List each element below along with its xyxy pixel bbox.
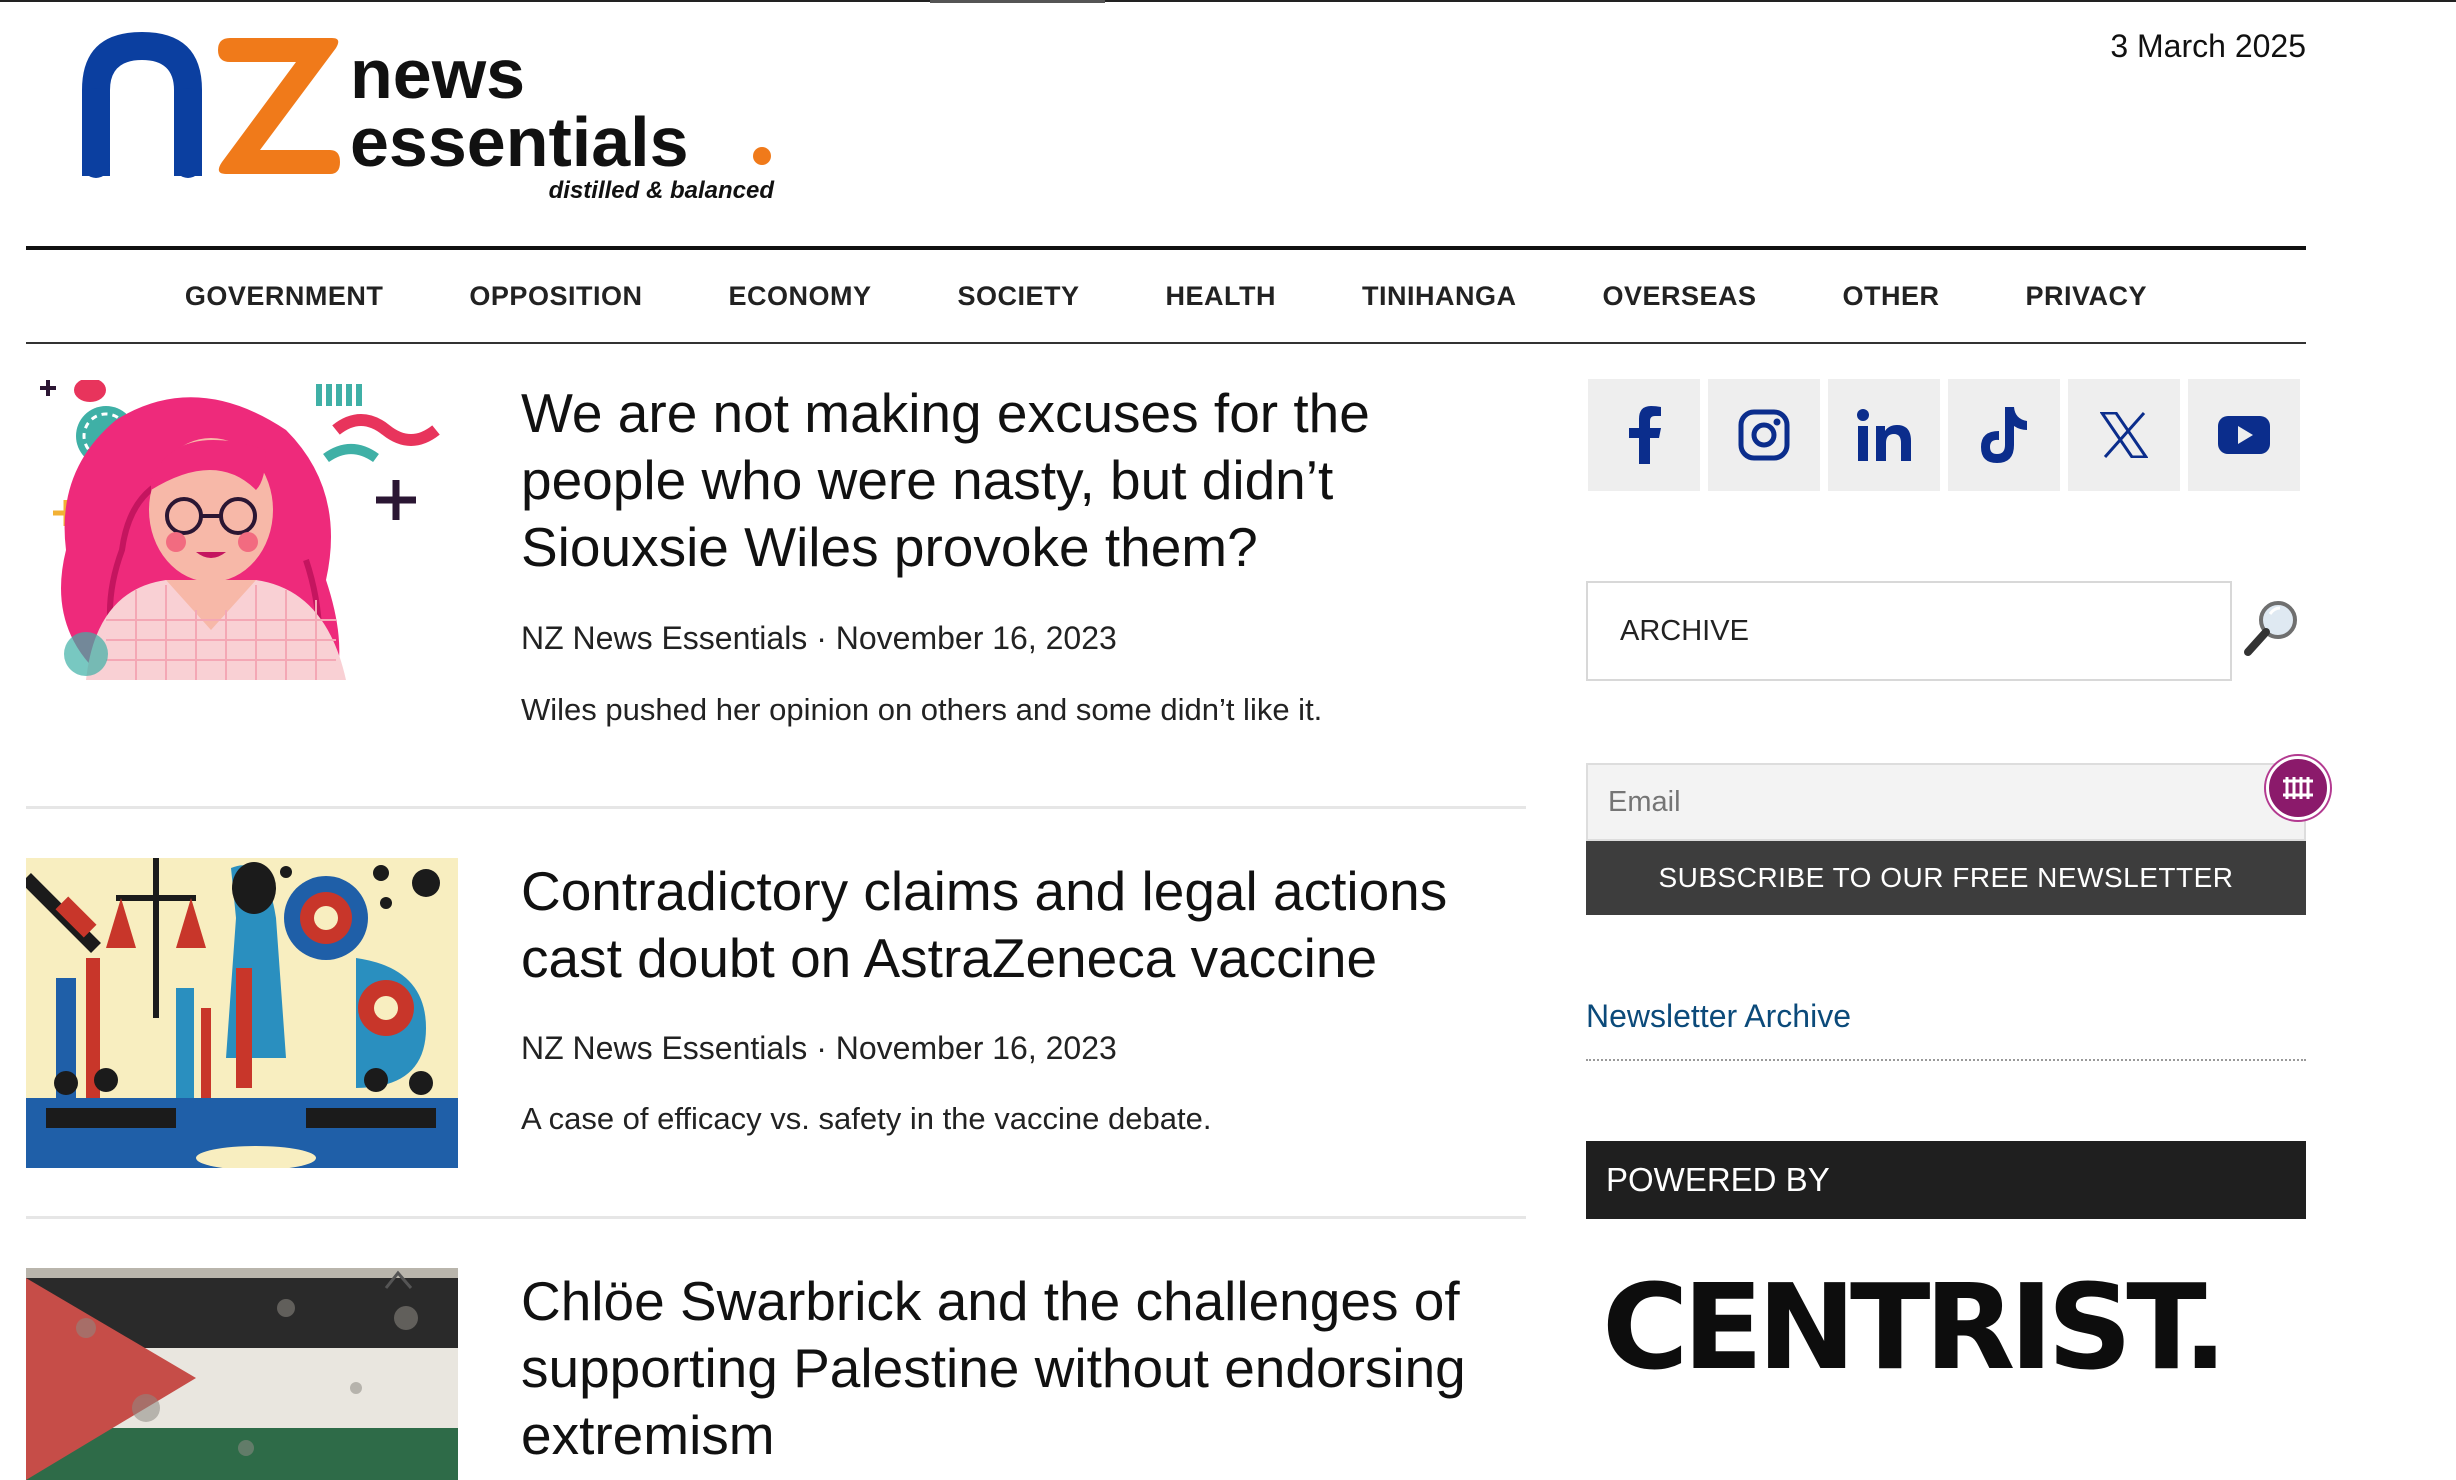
instagram-button[interactable] — [1708, 379, 1820, 491]
nav-item-government[interactable]: GOVERNMENT — [142, 281, 427, 312]
instagram-icon — [1738, 409, 1790, 461]
article-card: Contradictory claims and legal actions c… — [26, 858, 1526, 1188]
article-title[interactable]: Chlöe Swarbrick and the challenges of su… — [521, 1268, 1501, 1469]
tiktok-icon — [1981, 407, 2027, 463]
social-links — [1588, 379, 2300, 491]
article-meta: NZ News Essentials · November 16, 2023 — [521, 620, 1117, 657]
nav-item-opposition[interactable]: OPPOSITION — [426, 281, 685, 312]
article-title-line: Chlöe Swarbrick and the challenges of — [521, 1270, 1460, 1332]
article-divider — [26, 1216, 1526, 1219]
article-title-line: We are not making excuses for the — [521, 382, 1370, 444]
article-author[interactable]: NZ News Essentials — [521, 620, 807, 656]
article-title-line: Siouxsie Wiles provoke them? — [521, 516, 1258, 578]
article-excerpt: Wiles pushed her opinion on others and s… — [521, 692, 1323, 727]
article-title-line: Contradictory claims and legal actions — [521, 860, 1448, 922]
article-title-line: supporting Palestine without endorsing — [521, 1337, 1466, 1399]
email-field[interactable] — [1586, 763, 2306, 841]
powered-by-header: POWERED BY — [1586, 1141, 2306, 1219]
youtube-button[interactable] — [2188, 379, 2300, 491]
nav-item-economy[interactable]: ECONOMY — [685, 281, 914, 312]
x-icon — [2100, 412, 2148, 458]
x-button[interactable] — [2068, 379, 2180, 491]
article-meta: NZ News Essentials · November 16, 2023 — [521, 1030, 1117, 1067]
logo-graphic: news essentials distilled & balanced — [82, 32, 776, 204]
article-date: November 16, 2023 — [835, 620, 1117, 656]
linkedin-icon — [1857, 409, 1911, 461]
article-title-line: people who were nasty, but didn’t — [521, 449, 1334, 511]
facebook-button[interactable] — [1588, 379, 1700, 491]
archive-divider — [1586, 1059, 2306, 1061]
nav-item-other[interactable]: OTHER — [1800, 281, 1983, 312]
article-excerpt: A case of efficacy vs. safety in the vac… — [521, 1101, 1212, 1136]
nav-item-overseas[interactable]: OVERSEAS — [1560, 281, 1800, 312]
logo-essentials-text: essentials — [350, 103, 689, 181]
article-date: November 16, 2023 — [835, 1030, 1117, 1066]
subscribe-button[interactable]: SUBSCRIBE TO OUR FREE NEWSLETTER — [1586, 841, 2306, 915]
main-nav: GOVERNMENT OPPOSITION ECONOMY SOCIETY HE… — [26, 246, 2306, 344]
article-title-line: cast doubt on AstraZeneca vaccine — [521, 927, 1378, 989]
nav-item-tinihanga[interactable]: TINIHANGA — [1319, 281, 1560, 312]
article-title-line: extremism — [521, 1404, 775, 1466]
article-thumbnail[interactable] — [26, 380, 458, 680]
article-thumbnail[interactable] — [26, 1268, 458, 1480]
centrist-logo[interactable]: CENTRIST. — [1602, 1268, 2228, 1386]
top-border-mark — [930, 0, 1105, 3]
article-title[interactable]: Contradictory claims and legal actions c… — [521, 858, 1501, 992]
top-border — [0, 0, 2456, 2]
article-card: Chlöe Swarbrick and the challenges of su… — [26, 1268, 1526, 1480]
nav-item-privacy[interactable]: PRIVACY — [1983, 281, 2191, 312]
search-input[interactable] — [1586, 581, 2232, 681]
linkedin-button[interactable] — [1828, 379, 1940, 491]
article-card: We are not making excuses for the people… — [26, 380, 1526, 780]
search-icon[interactable] — [2240, 596, 2304, 660]
site-logo[interactable]: news essentials distilled & balanced — [80, 28, 780, 208]
meta-separator: · — [816, 620, 827, 656]
nav-item-society[interactable]: SOCIETY — [914, 281, 1122, 312]
facebook-icon — [1629, 406, 1661, 464]
password-manager-icon[interactable] — [2266, 756, 2330, 820]
logo-tagline: distilled & balanced — [549, 177, 776, 204]
logo-news-text: news — [350, 35, 525, 113]
article-thumbnail[interactable] — [26, 858, 458, 1168]
newsletter-archive-link[interactable]: Newsletter Archive — [1586, 998, 1851, 1035]
current-date: 3 March 2025 — [2110, 28, 2306, 64]
article-author[interactable]: NZ News Essentials — [521, 1030, 807, 1066]
youtube-icon — [2218, 416, 2270, 454]
article-divider — [26, 806, 1526, 809]
meta-separator: · — [816, 1030, 827, 1066]
tiktok-button[interactable] — [1948, 379, 2060, 491]
article-title[interactable]: We are not making excuses for the people… — [521, 380, 1501, 581]
nav-item-health[interactable]: HEALTH — [1123, 281, 1320, 312]
